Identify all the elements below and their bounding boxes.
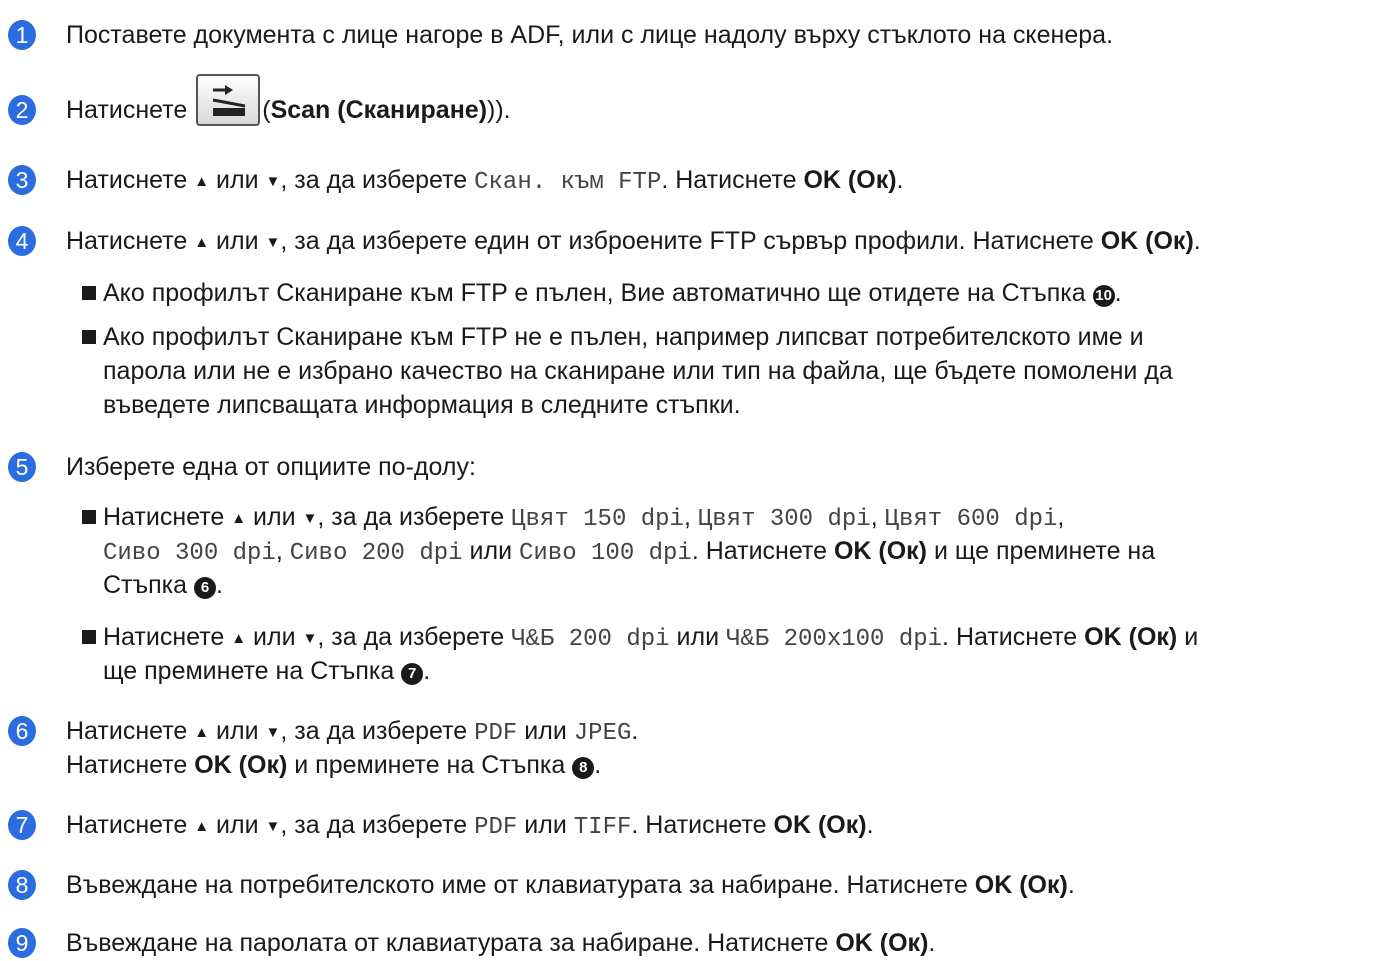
- menu-option: Сиво 300 dpi: [103, 540, 276, 567]
- step-number-badge: 3: [8, 165, 36, 195]
- menu-option: Сиво 100 dpi: [519, 540, 692, 567]
- step-text: Въвеждане на паролата от клавиатурата за…: [66, 929, 936, 957]
- down-arrow-icon: ▼: [265, 818, 281, 835]
- ok-key: OK (Ок): [194, 751, 288, 779]
- step-text: Изберете една от опциите по-долу:: [66, 453, 476, 481]
- scan-button[interactable]: [196, 74, 261, 127]
- step-number-badge: 8: [8, 870, 36, 900]
- bullet-text-line: Стъпка 6.: [103, 571, 223, 599]
- menu-option: Цвят 300 dpi: [697, 506, 871, 533]
- step-text: Натиснете ▲ или ▼, за да изберете PDF ил…: [66, 811, 874, 841]
- menu-option: PDF: [474, 814, 518, 841]
- menu-option: JPEG: [573, 720, 632, 747]
- step-number-badge: 9: [8, 928, 36, 958]
- step-text: Поставете документа с лице нагоре в ADF,…: [66, 21, 1114, 49]
- ok-key: OK (Ок): [1084, 623, 1178, 651]
- ok-key: OK (Ок): [803, 166, 897, 194]
- bullet-text-line: ще преминете на Стъпка 7.: [103, 657, 431, 685]
- up-arrow-icon: ▲: [194, 724, 210, 741]
- up-arrow-icon: ▲: [194, 818, 210, 835]
- bullet-icon: [82, 330, 96, 344]
- ok-key: OK (Ок): [835, 929, 929, 957]
- ok-key: OK (Ок): [833, 537, 928, 565]
- bullet-text-line: Ако профилът Сканиране към FTP не е пъле…: [103, 323, 1144, 351]
- bullet-text-line: Сиво 300 dpi, Сиво 200 dpi или Сиво 100 …: [103, 537, 1156, 567]
- scan-icon: [212, 85, 246, 117]
- menu-option: TIFF: [573, 814, 632, 841]
- step-text: Въвеждане на потребителското име от клав…: [66, 871, 1075, 899]
- bullet-text-line: Натиснете ▲ или ▼, за да изберете Цвят 1…: [103, 503, 1065, 533]
- step-text: Натиснете (Scan (Сканиране))).: [66, 74, 511, 127]
- menu-option: Цвят 150 dpi: [511, 506, 684, 533]
- step-number-badge: 2: [8, 95, 36, 125]
- bullet-icon: [82, 286, 96, 300]
- down-arrow-icon: ▼: [302, 630, 318, 647]
- bullet-icon: [82, 510, 96, 524]
- menu-option: Ч&Б 200x100 dpi: [726, 626, 943, 653]
- menu-option: Скан. към FTP: [474, 169, 662, 196]
- step-ref-icon: 6: [194, 577, 217, 599]
- menu-option: Цвят 600 dpi: [884, 506, 1058, 533]
- step-number-badge: 4: [8, 226, 36, 256]
- step-text-line: Натиснете OK (Ок) и преминете на Стъпка …: [66, 751, 602, 779]
- up-arrow-icon: ▲: [231, 630, 247, 647]
- bullet-text-line: въведете липсващата информация в следнит…: [103, 391, 741, 419]
- step-text: Натиснете ▲ или ▼, за да изберете PDF ил…: [66, 717, 639, 747]
- bullet-text-line: парола или не е избрано качество на скан…: [103, 357, 1173, 385]
- ok-key: OK (Ок): [974, 871, 1068, 899]
- down-arrow-icon: ▼: [265, 173, 281, 190]
- down-arrow-icon: ▼: [302, 510, 318, 527]
- step-ref-icon: 7: [401, 663, 424, 685]
- step-number-badge: 6: [8, 716, 36, 746]
- step-ref-icon: 8: [572, 757, 595, 779]
- up-arrow-icon: ▲: [231, 510, 247, 527]
- menu-option: Сиво 200 dpi: [289, 540, 463, 567]
- up-arrow-icon: ▲: [194, 173, 210, 190]
- menu-option: Ч&Б 200 dpi: [511, 626, 670, 653]
- menu-option: PDF: [474, 720, 518, 747]
- bullet-icon: [82, 630, 96, 644]
- ok-key: OK (Ок): [1100, 227, 1194, 255]
- up-arrow-icon: ▲: [194, 234, 210, 251]
- down-arrow-icon: ▼: [265, 724, 281, 741]
- ok-key: OK (Ок): [773, 811, 867, 839]
- bullet-text-line: Натиснете ▲ или ▼, за да изберете Ч&Б 20…: [103, 623, 1199, 653]
- step-ref-icon: 10: [1092, 285, 1115, 307]
- down-arrow-icon: ▼: [265, 234, 281, 251]
- bullet-text: Ако профилът Сканиране към FTP е пълен, …: [103, 279, 1122, 307]
- step-number-badge: 1: [8, 20, 36, 50]
- step-number-badge: 5: [8, 452, 36, 482]
- scan-button-label: Scan (Сканиране): [270, 96, 488, 124]
- step-text: Натиснете ▲ или ▼, за да изберете Скан. …: [66, 166, 904, 196]
- step-text: Натиснете ▲ или ▼, за да изберете един о…: [66, 227, 1201, 255]
- step-number-badge: 7: [8, 810, 36, 840]
